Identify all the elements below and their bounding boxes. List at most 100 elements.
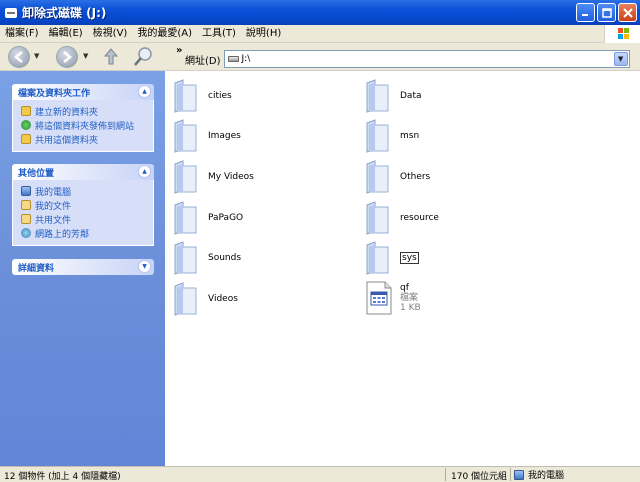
status-divider <box>510 468 511 481</box>
folder-sys[interactable]: sys <box>364 241 419 275</box>
folder-icon <box>172 119 198 153</box>
removable-drive-icon <box>227 56 239 62</box>
collapse-icon[interactable]: ▲ <box>138 165 151 178</box>
folder-cities[interactable]: cities <box>172 79 232 113</box>
file-type: 檔案 <box>400 293 419 303</box>
task-publish-web[interactable]: 將這個資料夾發佈到網站 <box>21 118 147 132</box>
place-label: 我的電腦 <box>35 187 72 198</box>
other-places-panel: 其他位置 ▲ 我的電腦 我的文件 共用文件 網路上的芳鄰 <box>12 164 154 246</box>
task-label: 共用這個資料夾 <box>35 135 99 146</box>
other-places-header[interactable]: 其他位置 ▲ <box>12 164 154 180</box>
address-dropdown-button[interactable]: ▼ <box>613 52 628 66</box>
computer-icon <box>21 186 31 196</box>
task-new-folder[interactable]: 建立新的資料夾 <box>21 104 147 118</box>
file-folder-tasks-panel: 檔案及資料夾工作 ▲ 建立新的資料夾 將這個資料夾發佈到網站 共用這個資料夾 <box>12 84 154 152</box>
share-folder-icon <box>21 134 31 144</box>
collapse-icon[interactable]: ▲ <box>138 85 151 98</box>
file-folder-tasks-header[interactable]: 檔案及資料夾工作 ▲ <box>12 84 154 100</box>
folder-others[interactable]: Others <box>364 160 430 194</box>
task-label: 將這個資料夾發佈到網站 <box>35 121 135 132</box>
window-title: 卸除式磁碟 (J:) <box>22 6 107 20</box>
folder-label-focused: sys <box>400 252 419 264</box>
details-panel: 詳細資料 ▼ <box>12 259 154 275</box>
status-bar: 12 個物件 (加上 4 個隱藏檔) 170 個位元組 我的電腦 <box>0 466 640 482</box>
close-icon <box>622 7 633 18</box>
file-qf[interactable]: qf 檔案 1 KB <box>366 281 421 315</box>
menu-edit[interactable]: 編輯(E) <box>44 25 88 43</box>
folder-icon <box>172 201 198 235</box>
status-location: 我的電腦 <box>514 468 564 481</box>
details-header[interactable]: 詳細資料 ▼ <box>12 259 154 275</box>
task-pane: 檔案及資料夾工作 ▲ 建立新的資料夾 將這個資料夾發佈到網站 共用這個資料夾 其… <box>0 71 165 466</box>
folder-icon <box>364 241 390 275</box>
back-button[interactable] <box>8 46 30 68</box>
menu-bar: 檔案(F) 編輯(E) 檢視(V) 我的最愛(A) 工具(T) 說明(H) <box>0 25 640 43</box>
place-shared-documents[interactable]: 共用文件 <box>21 212 147 226</box>
place-label: 我的文件 <box>35 201 72 212</box>
documents-icon <box>21 200 31 210</box>
folder-label: Data <box>400 91 422 101</box>
task-share-folder[interactable]: 共用這個資料夾 <box>21 132 147 146</box>
menu-favorites[interactable]: 我的最愛(A) <box>132 25 197 43</box>
folder-data[interactable]: Data <box>364 79 422 113</box>
new-folder-icon <box>21 106 31 116</box>
folder-label: My Videos <box>208 172 254 182</box>
folder-label: Others <box>400 172 431 182</box>
maximize-icon <box>601 7 612 18</box>
minimize-icon <box>582 14 588 16</box>
place-network[interactable]: 網路上的芳鄰 <box>21 226 147 240</box>
folder-msn[interactable]: msn <box>364 119 419 153</box>
folder-label: msn <box>400 131 420 141</box>
menu-file[interactable]: 檔案(F) <box>0 25 44 43</box>
folder-my-videos[interactable]: My Videos <box>172 160 254 194</box>
computer-icon <box>514 469 524 480</box>
back-dropdown-icon[interactable]: ▼ <box>34 52 39 60</box>
panel-title: 其他位置 <box>18 168 55 179</box>
toolbar-overflow-button[interactable]: » <box>176 45 182 56</box>
up-folder-icon <box>103 48 119 65</box>
minimize-button[interactable] <box>576 3 595 22</box>
folder-resource[interactable]: resource <box>364 201 439 235</box>
place-my-computer[interactable]: 我的電腦 <box>21 184 147 198</box>
globe-icon <box>21 120 31 130</box>
folder-images[interactable]: Images <box>172 119 241 153</box>
search-button[interactable] <box>132 46 154 68</box>
folder-icon <box>364 119 390 153</box>
file-name: qf <box>400 283 409 293</box>
address-value: J:\ <box>241 54 251 64</box>
generic-file-icon <box>366 281 392 315</box>
folder-icon <box>172 160 198 194</box>
maximize-button[interactable] <box>597 3 616 22</box>
folder-label: resource <box>400 213 439 223</box>
folder-papago[interactable]: PaPaGO <box>172 201 243 235</box>
shared-documents-icon <box>21 214 31 224</box>
folder-label: Videos <box>208 294 238 304</box>
windows-logo-icon <box>604 25 640 43</box>
menu-help[interactable]: 說明(H) <box>241 25 286 43</box>
folder-icon <box>364 79 390 113</box>
up-button[interactable] <box>101 47 121 67</box>
folder-icon <box>172 282 198 316</box>
status-object-count: 12 個物件 (加上 4 個隱藏檔) <box>4 472 121 482</box>
place-label: 共用文件 <box>35 215 72 226</box>
place-my-documents[interactable]: 我的文件 <box>21 198 147 212</box>
status-location-label: 我的電腦 <box>528 471 565 481</box>
forward-button[interactable] <box>56 46 78 68</box>
forward-dropdown-icon[interactable]: ▼ <box>83 52 88 60</box>
chevron-down-icon: ▼ <box>617 55 624 63</box>
title-bar: 卸除式磁碟 (J:) <box>0 0 640 25</box>
folder-sounds[interactable]: Sounds <box>172 241 241 275</box>
forward-arrow-icon <box>63 51 72 63</box>
folder-label: PaPaGO <box>208 213 244 223</box>
menu-tools[interactable]: 工具(T) <box>197 25 241 43</box>
folder-icon <box>172 79 198 113</box>
folder-label: cities <box>208 91 232 101</box>
folder-videos[interactable]: Videos <box>172 282 238 316</box>
window-controls <box>576 3 637 22</box>
file-list: cities Images My Videos PaPaGO Sounds Vi… <box>165 71 640 466</box>
menu-view[interactable]: 檢視(V) <box>88 25 133 43</box>
address-field[interactable]: J:\ ▼ <box>223 50 630 68</box>
close-button[interactable] <box>618 3 637 22</box>
expand-icon[interactable]: ▼ <box>138 260 151 273</box>
search-icon <box>134 47 152 66</box>
